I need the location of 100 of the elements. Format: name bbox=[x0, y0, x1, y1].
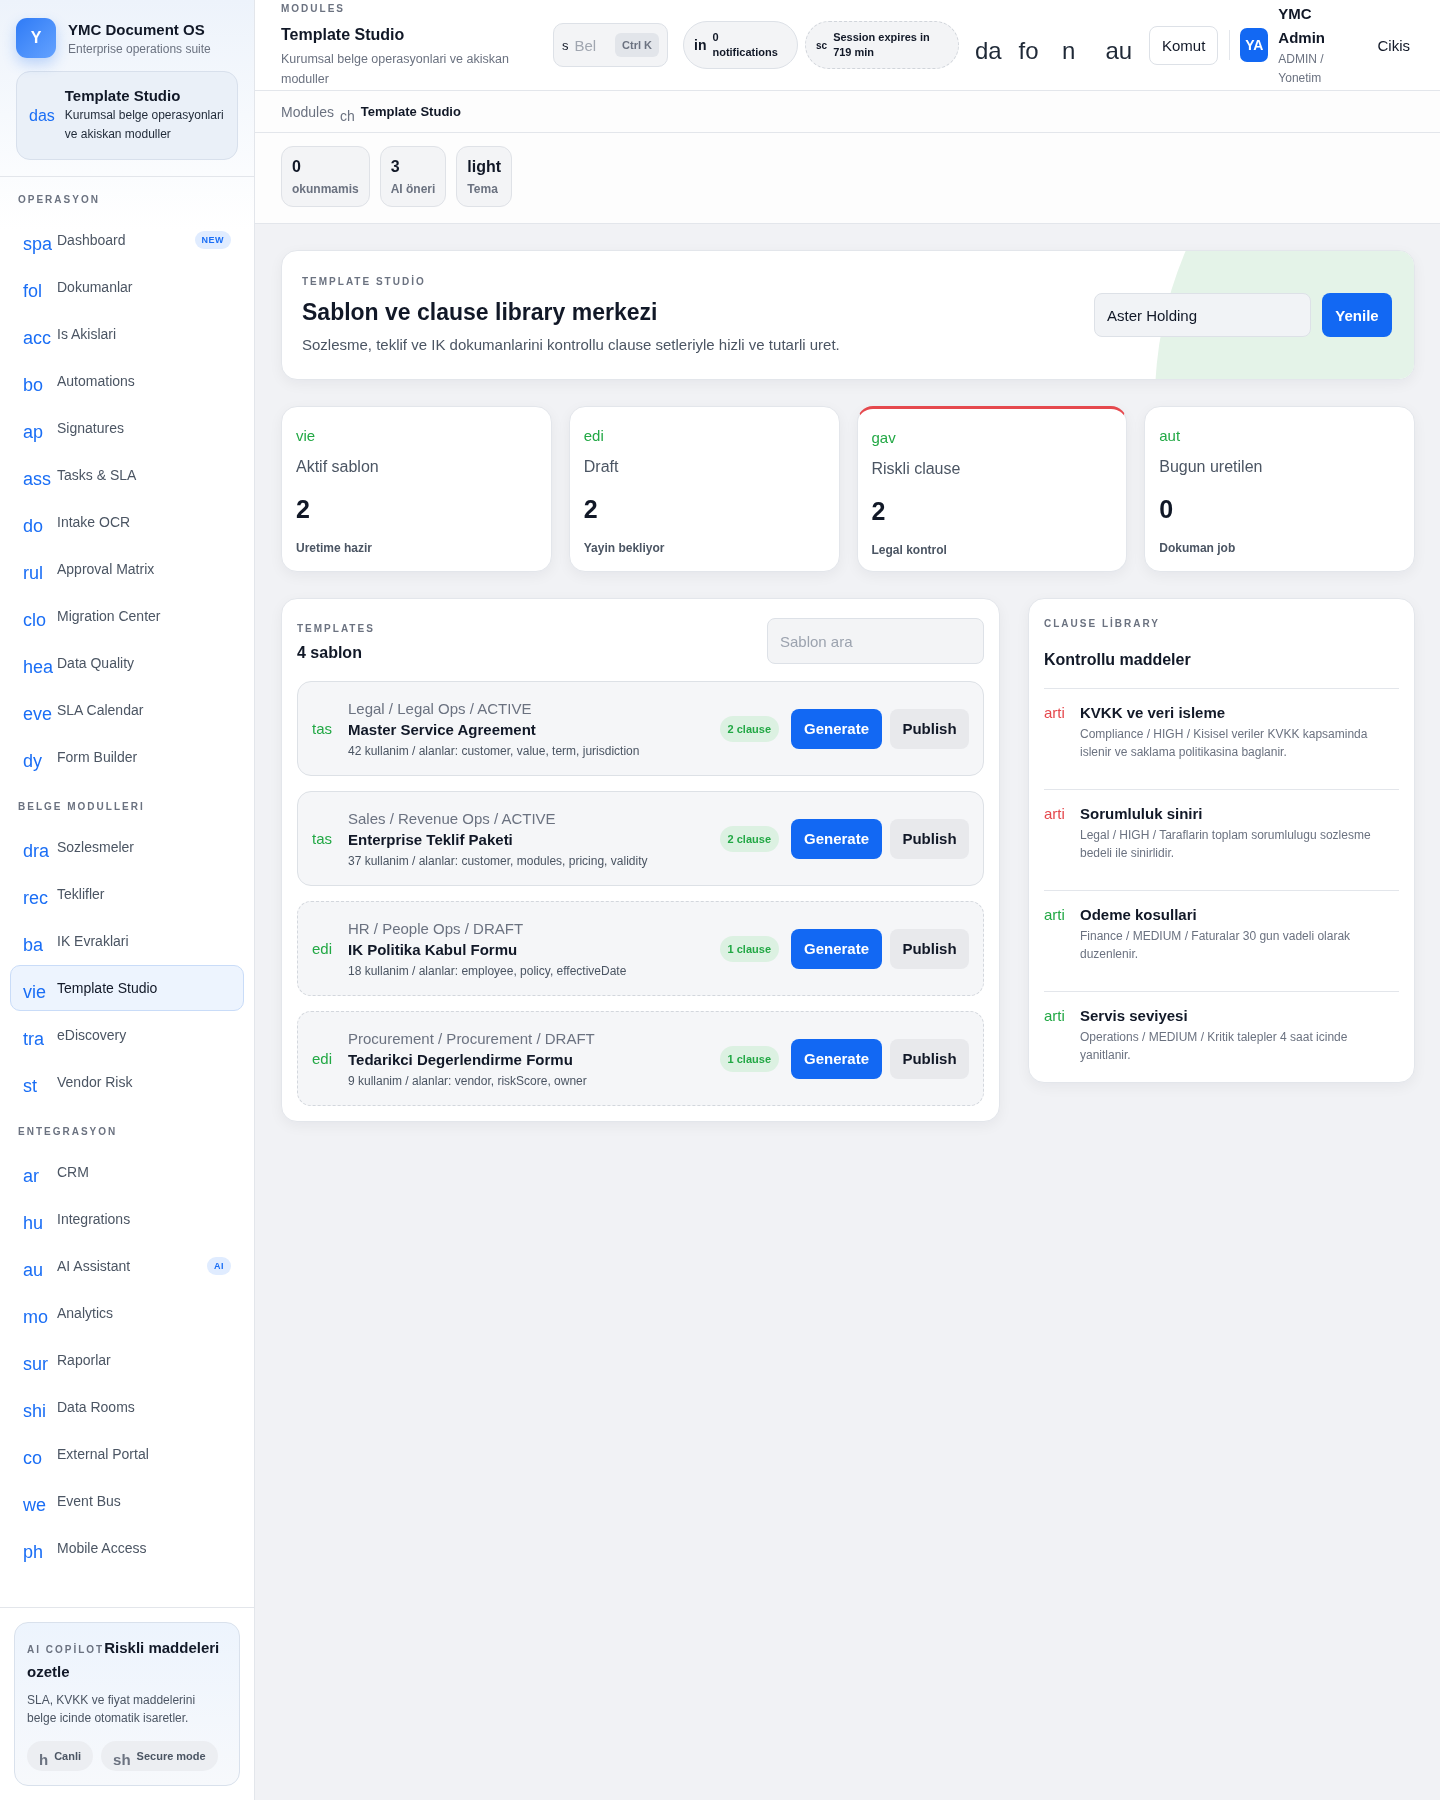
stat-label: Tema bbox=[467, 182, 499, 196]
sidebar-item[interactable]: hea Data Quality bbox=[10, 640, 244, 686]
icon-text-button[interactable]: au bbox=[1105, 38, 1149, 64]
panel-title: Kontrollu maddeler bbox=[1044, 650, 1192, 670]
sidebar-item[interactable]: co External Portal bbox=[10, 1431, 244, 1477]
clause-title: KVKK ve veri isleme bbox=[1080, 703, 1227, 723]
sidebar-item[interactable]: ba IK Evraklari bbox=[10, 918, 244, 964]
template-row[interactable]: edi HR / People Ops / DRAFT IK Politika Kabul Formu 18 kullanim / alanlar: employee, policy, effectiveDate 1 clause Generate Publish bbox=[297, 901, 984, 996]
template-row[interactable]: tas Sales / Revenue Ops / ACTIVE Enterprise Teklif Paketi 37 kullanim / alanlar: customer, modules, pricing, validity 2 clause Generate Publish bbox=[297, 791, 984, 886]
icon-text: ch bbox=[339, 107, 355, 124]
kpi-label: Bugun uretilen bbox=[1159, 457, 1264, 477]
publish-button[interactable]: Publish bbox=[890, 928, 969, 969]
icon-text: rec bbox=[23, 888, 49, 908]
section-eyebrow: CLAUSE LİBRARY bbox=[1044, 618, 1161, 630]
user-name: YMC Admin bbox=[1278, 4, 1327, 48]
sidebar-item[interactable]: ar CRM bbox=[10, 1149, 244, 1195]
hero-description: Sozlesme, teklif ve IK dokumanlarini kontrollu clause setleriyle hizli ve tutarli uret. bbox=[302, 336, 841, 354]
icon-text: mo bbox=[23, 1307, 49, 1327]
publish-button[interactable]: Publish bbox=[890, 708, 969, 749]
sidebar-item[interactable]: mo Analytics bbox=[10, 1290, 244, 1336]
sidebar-item[interactable]: clo Migration Center bbox=[10, 593, 244, 639]
section-heading: BELGE MODULLERI bbox=[17, 800, 146, 814]
icon-text: dra bbox=[23, 841, 50, 861]
stat-label: okunmamis bbox=[292, 182, 359, 196]
icon-text: sur bbox=[23, 1354, 49, 1374]
clause-title: Sorumluluk siniri bbox=[1080, 804, 1204, 824]
sidebar-item[interactable]: do Intake OCR bbox=[10, 499, 244, 545]
section-eyebrow: TEMPLATE STUDİO bbox=[302, 276, 427, 288]
sidebar-item[interactable]: ap Signatures bbox=[10, 405, 244, 451]
kpi-value: 2 bbox=[296, 494, 311, 524]
generate-button[interactable]: Generate bbox=[791, 1038, 882, 1079]
generate-button[interactable]: Generate bbox=[791, 708, 882, 749]
icon-text-button[interactable]: n bbox=[1062, 38, 1106, 64]
notification-label: notifications bbox=[712, 45, 778, 60]
icon-text: hea bbox=[23, 657, 55, 677]
template-row[interactable]: tas Legal / Legal Ops / ACTIVE Master Service Agreement 42 kullanim / alanlar: customer, value, term, jurisdiction 2 clause Generate Publish bbox=[297, 681, 984, 776]
search-field[interactable]: Sablon ara bbox=[767, 618, 984, 664]
sidebar-item[interactable]: ass Tasks & SLA bbox=[10, 452, 244, 498]
label-badge: AI bbox=[207, 1257, 231, 1275]
logout-button[interactable]: Cikis bbox=[1367, 28, 1420, 62]
publish-button[interactable]: Publish bbox=[890, 818, 969, 859]
sidebar-item[interactable]: ph Mobile Access bbox=[10, 1525, 244, 1571]
sidebar-item[interactable]: hu Integrations bbox=[10, 1196, 244, 1242]
company-field[interactable]: Aster Holding bbox=[1094, 293, 1311, 337]
icon-text: eve bbox=[23, 704, 54, 724]
icon-text: sc bbox=[816, 39, 828, 51]
template-title: Enterprise Teklif Paketi bbox=[348, 829, 514, 850]
user-avatar: YA bbox=[1240, 28, 1269, 62]
stat-value: 3 bbox=[390, 157, 401, 177]
stat-label: AI öneri bbox=[390, 182, 436, 196]
template-row[interactable]: edi Procurement / Procurement / DRAFT Tedarikci Degerlendirme Formu 9 kullanim / alanlar: vendor, riskScore, owner 1 clause Generate Publish bbox=[297, 1011, 984, 1106]
template-title: Master Service Agreement bbox=[348, 719, 537, 740]
sidebar-item[interactable]: dra Sozlesmeler bbox=[10, 824, 244, 870]
sidebar-item[interactable]: dy Form Builder bbox=[10, 734, 244, 780]
sidebar-item[interactable]: sur Raporlar bbox=[10, 1337, 244, 1383]
kpi-note: Legal kontrol bbox=[871, 542, 948, 558]
refresh-button[interactable]: Yenile bbox=[1322, 293, 1392, 337]
sidebar-item[interactable]: eve SLA Calendar bbox=[10, 687, 244, 733]
sidebar-item[interactable]: bo Automations bbox=[10, 358, 244, 404]
clause-description: Finance / MEDIUM / Faturalar 30 gun vadeli olarak duzenlenir. bbox=[1080, 928, 1352, 963]
sidebar-item[interactable]: au AI Assistant AI bbox=[10, 1243, 244, 1289]
sidebar-item[interactable]: st Vendor Risk bbox=[10, 1059, 244, 1105]
sidebar-item[interactable]: shi Data Rooms bbox=[10, 1384, 244, 1430]
label-badge: NEW bbox=[194, 231, 231, 249]
publish-button[interactable]: Publish bbox=[890, 1038, 969, 1079]
sidebar-item[interactable]: spa Dashboard NEW bbox=[10, 217, 244, 263]
template-meta: Sales / Revenue Ops / ACTIVE bbox=[348, 808, 557, 829]
icon-text: ass bbox=[23, 469, 52, 489]
icon-text: vie bbox=[23, 982, 47, 1002]
sidebar-item[interactable]: we Event Bus bbox=[10, 1478, 244, 1524]
section-eyebrow: MODULES bbox=[281, 3, 346, 15]
sidebar-item[interactable]: acc Is Akislari bbox=[10, 311, 244, 357]
icon-text: we bbox=[23, 1495, 47, 1515]
generate-button[interactable]: Generate bbox=[791, 818, 882, 859]
breadcrumb-link[interactable]: Modules bbox=[281, 103, 334, 120]
icon-text: tas bbox=[312, 720, 333, 737]
kpi-value: 2 bbox=[583, 494, 599, 524]
clause-description: Legal / HIGH / Taraflarin toplam sorumlulugu sozlesme bedeli ile sinirlidir. bbox=[1080, 827, 1372, 862]
search-field[interactable]: s Bel Ctrl K bbox=[553, 23, 668, 67]
generate-button[interactable]: Generate bbox=[791, 928, 882, 969]
icon-text: co bbox=[23, 1448, 43, 1468]
icon-text: in bbox=[694, 37, 707, 53]
sidebar-item[interactable]: fol Dokumanlar bbox=[10, 264, 244, 310]
icon-text-button[interactable]: da bbox=[975, 38, 1019, 64]
sidebar-item[interactable]: vie Template Studio bbox=[10, 965, 244, 1011]
sidebar-item[interactable]: rul Approval Matrix bbox=[10, 546, 244, 592]
stat-value: 0 bbox=[292, 157, 302, 177]
section-eyebrow: TEMPLATES bbox=[297, 623, 375, 635]
sidebar-item[interactable]: rec Teklifler bbox=[10, 871, 244, 917]
icon-text: arti bbox=[1044, 703, 1066, 723]
icon-text-button[interactable]: fo bbox=[1018, 38, 1062, 64]
panel-title: 4 sablon bbox=[297, 643, 363, 663]
page-title: Template Studio bbox=[281, 25, 406, 45]
module-subtitle: Kurumsal belge operasyonlari ve akiskan moduller bbox=[64, 107, 225, 143]
sidebar-item[interactable]: tra eDiscovery bbox=[10, 1012, 244, 1058]
kpi-label: Draft bbox=[583, 457, 620, 477]
command-button[interactable]: Komut bbox=[1149, 25, 1219, 65]
card-description: SLA, KVKK ve fiyat maddelerini belge icinde otomatik isaretler. bbox=[27, 1692, 197, 1727]
template-meta: Procurement / Procurement / DRAFT bbox=[348, 1028, 596, 1049]
page-heading: Sablon ve clause library merkezi bbox=[302, 298, 659, 326]
